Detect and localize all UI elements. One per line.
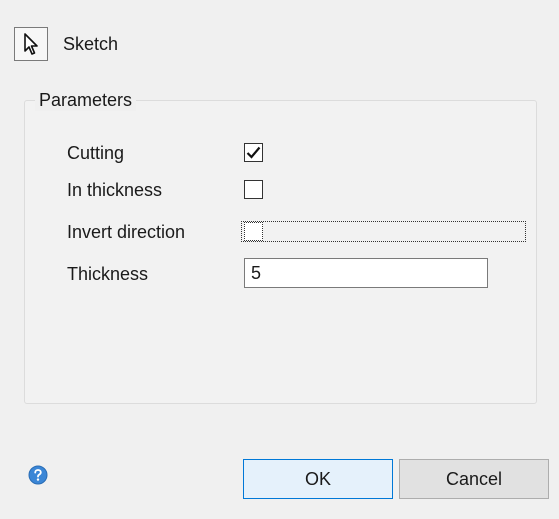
- in-thickness-checkbox[interactable]: [244, 180, 263, 199]
- checkmark-icon: [246, 146, 261, 159]
- cursor-arrow-icon: [24, 33, 38, 55]
- thickness-label: Thickness: [67, 264, 149, 284]
- cancel-button[interactable]: Cancel: [399, 459, 549, 499]
- ok-button[interactable]: OK: [243, 459, 393, 499]
- cutting-checkbox[interactable]: [244, 143, 263, 162]
- sketch-label: Sketch: [63, 34, 119, 54]
- invert-direction-checkbox[interactable]: [244, 222, 263, 241]
- cutting-label: Cutting: [67, 143, 125, 163]
- invert-direction-label: Invert direction: [67, 222, 186, 242]
- in-thickness-label: In thickness: [67, 180, 163, 200]
- parameters-group-title: Parameters: [35, 89, 137, 111]
- sketch-selection-button[interactable]: [14, 27, 48, 61]
- thickness-input[interactable]: [244, 258, 488, 288]
- invert-direction-focus-outline: [241, 221, 526, 242]
- help-icon[interactable]: [28, 465, 48, 485]
